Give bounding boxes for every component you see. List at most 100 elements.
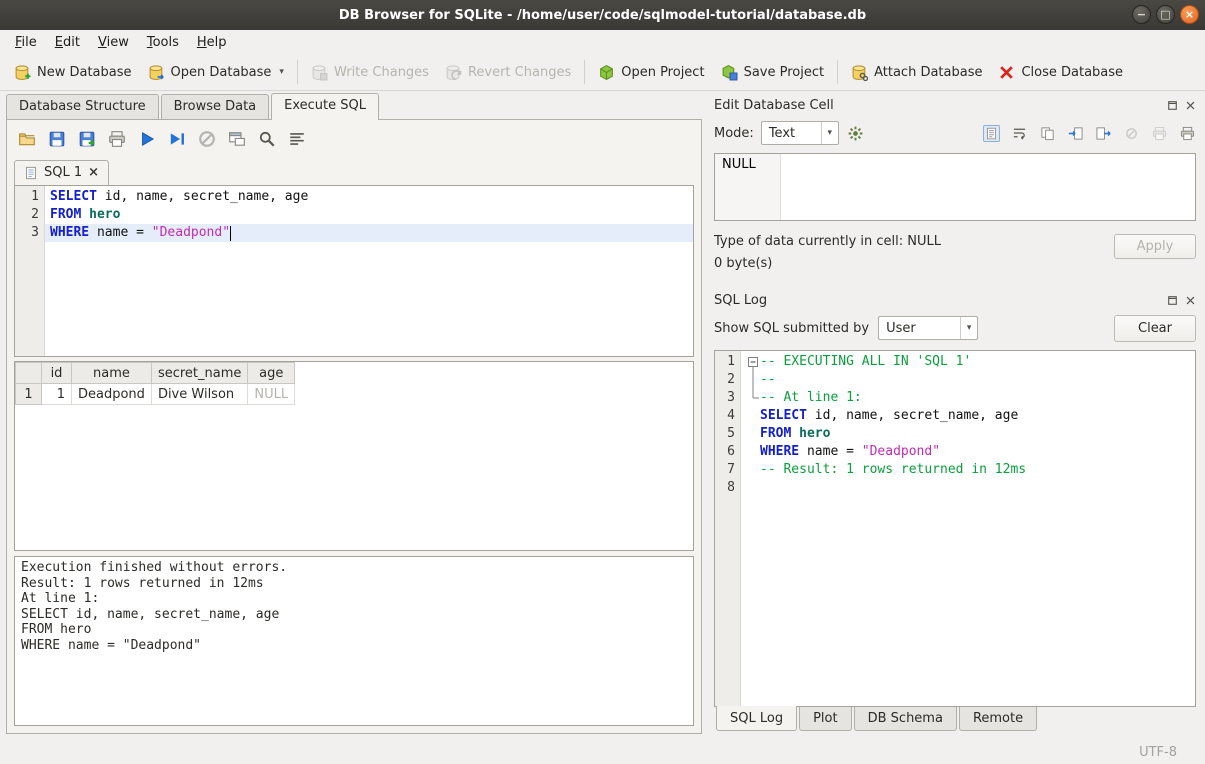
new-database-icon [14,64,31,81]
text-view-icon[interactable] [983,125,1000,142]
maximize-button[interactable]: □ [1156,5,1175,24]
tab-browse-data[interactable]: Browse Data [161,94,270,119]
table-cell[interactable]: 1 [42,384,72,405]
sql-tab[interactable]: SQL 1 [14,160,109,185]
cell-editor-area[interactable] [781,154,1195,220]
table-cell[interactable]: Dive Wilson [151,384,247,405]
find-replace-icon[interactable] [258,130,276,148]
open-database-label: Open Database [171,65,272,80]
fold-end-icon[interactable] [746,389,760,407]
fold-start-icon[interactable] [746,353,760,371]
code-line[interactable]: FROM hero [741,425,1195,443]
window-title: DB Browser for SQLite - /home/user/code/… [339,8,866,23]
sql-editor[interactable]: 123 SELECT id, name, secret_name, ageFRO… [14,185,694,357]
window-controls: −□ × [1132,5,1199,24]
code-line[interactable]: -- EXECUTING ALL IN 'SQL 1' [741,353,1195,371]
code-line[interactable]: WHERE name = "Deadpond" [741,443,1195,461]
execution-messages: Execution finished without errors.Result… [14,556,694,726]
print-cell-icon [1151,125,1168,142]
close-button[interactable]: × [1180,5,1199,24]
line-number: 1 [715,353,735,371]
editor-code-area[interactable]: SELECT id, name, secret_name, ageFROM he… [45,186,693,356]
close-panel-icon[interactable] [1185,295,1196,306]
cell-editor[interactable]: NULL [714,153,1196,221]
line-number: 3 [15,224,39,242]
save-as-icon[interactable] [78,130,96,148]
print-icon[interactable] [108,130,126,148]
code-line[interactable] [741,479,1195,497]
open-database-button[interactable]: Open Database ▾ [140,60,292,85]
message-line: Result: 1 rows returned in 12ms [21,576,687,592]
apply-format-icon[interactable] [846,124,865,143]
set-null-icon [1123,125,1140,142]
import-cell-icon[interactable] [1067,125,1084,142]
open-project-button[interactable]: Open Project [590,60,712,85]
undock-icon[interactable] [1167,295,1178,306]
tab-sql-log[interactable]: SQL Log [716,706,797,731]
menu-help[interactable]: Help [188,33,236,52]
titlebar: DB Browser for SQLite - /home/user/code/… [0,0,1205,30]
close-tab-icon[interactable] [88,167,99,179]
code-line[interactable]: -- Result: 1 rows returned in 12ms [741,461,1195,479]
row-header[interactable]: 1 [16,384,42,405]
minimize-button[interactable]: − [1132,5,1151,24]
table-cell[interactable]: Deadpond [72,384,152,405]
table-cell[interactable]: NULL [248,384,295,405]
code-line[interactable]: SELECT id, name, secret_name, age [741,407,1195,425]
clear-button[interactable]: Clear [1114,315,1196,342]
message-line: Execution finished without errors. [21,560,687,576]
tab-remote[interactable]: Remote [959,707,1037,731]
tab-execute-sql[interactable]: Execute SQL [271,93,379,120]
code-line[interactable]: WHERE name = "Deadpond" [45,224,693,242]
export-cell-icon[interactable] [1095,125,1112,142]
submitted-by-select[interactable]: User ▾ [878,316,978,340]
line-number: 2 [715,371,735,389]
execute-current-line-icon[interactable] [168,130,186,148]
menu-file[interactable]: File [6,33,46,52]
sql-log-view[interactable]: 12345678 -- EXECUTING ALL IN 'SQL 1'----… [714,350,1196,707]
edit-cell-title: Edit Database Cell [714,98,1167,113]
code-line[interactable]: SELECT id, name, secret_name, age [45,188,693,206]
code-line[interactable]: -- [741,371,1195,389]
sql-log-title: SQL Log [714,293,1167,308]
column-header-age[interactable]: age [248,363,295,384]
copy-cell-icon[interactable] [1039,125,1056,142]
log-code-area[interactable]: -- EXECUTING ALL IN 'SQL 1'---- At line … [741,351,1195,706]
open-project-label: Open Project [621,65,704,80]
mode-select[interactable]: Text ▾ [761,121,839,145]
tab-plot[interactable]: Plot [799,707,852,731]
execute-sql-page: SQL 1 123 SELECT id, name, secret_name, … [6,119,702,734]
menu-edit[interactable]: Edit [46,33,89,52]
undock-icon[interactable] [1167,100,1178,111]
close-panel-icon[interactable] [1185,100,1196,111]
code-line[interactable]: -- At line 1: [741,389,1195,407]
editor-line-numbers: 123 [15,186,45,356]
attach-database-button[interactable]: Attach Database [843,60,990,85]
token: FROM [760,425,791,443]
format-icon[interactable] [288,130,306,148]
menu-view[interactable]: View [89,33,138,52]
close-database-button[interactable]: Close Database [990,60,1131,85]
line-number: 2 [15,206,39,224]
open-in-new-tab-icon[interactable] [228,130,246,148]
print-icon[interactable] [1179,125,1196,142]
chevron-down-icon[interactable]: ▾ [279,67,284,77]
column-header-secret-name[interactable]: secret_name [151,363,247,384]
fold-mid-icon[interactable] [746,371,760,389]
tab-database-structure[interactable]: Database Structure [6,94,159,119]
menu-tools[interactable]: Tools [138,33,188,52]
save-project-button[interactable]: Save Project [713,60,833,85]
save-sql-file-icon[interactable] [48,130,66,148]
results-grid[interactable]: idnamesecret_nameage11DeadpondDive Wilso… [14,361,694,551]
word-wrap-icon[interactable] [1011,125,1028,142]
tab-db-schema[interactable]: DB Schema [854,707,957,731]
execute-all-icon[interactable] [138,130,156,148]
open-sql-file-icon[interactable] [18,130,36,148]
mode-value: Text [762,126,821,141]
new-database-button[interactable]: New Database [6,60,140,85]
filter-label: Show SQL submitted by [714,321,869,336]
column-header-name[interactable]: name [72,363,152,384]
code-line[interactable]: FROM hero [45,206,693,224]
column-header-id[interactable]: id [42,363,72,384]
text-cursor [230,226,231,241]
